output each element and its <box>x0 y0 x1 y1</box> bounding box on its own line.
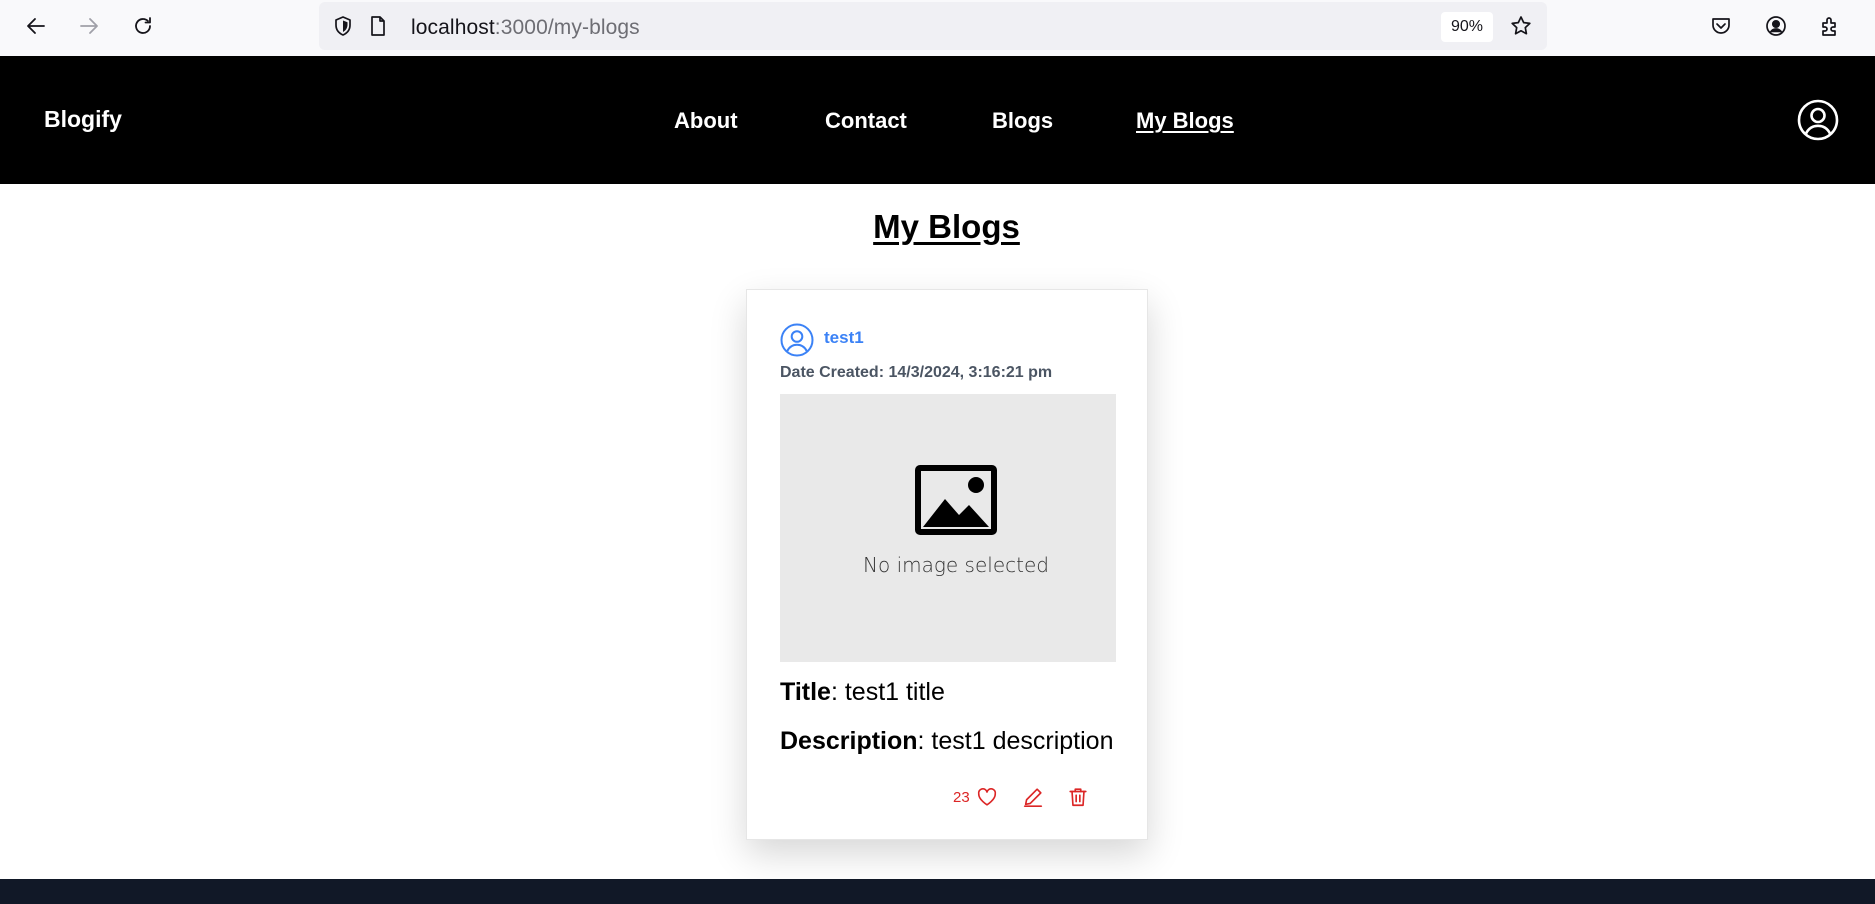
author-name[interactable]: test1 <box>824 328 864 348</box>
url-text[interactable]: localhost:3000/my-blogs <box>411 16 640 40</box>
nav-my-blogs[interactable]: My Blogs <box>1136 108 1234 134</box>
back-button[interactable] <box>20 10 52 42</box>
pocket-icon[interactable] <box>1709 14 1733 38</box>
browser-toolbar: localhost:3000/my-blogs 90% <box>0 0 1875 56</box>
user-circle-icon <box>780 323 814 357</box>
like-count: 23 <box>953 788 970 806</box>
url-path: :3000/my-blogs <box>494 16 640 39</box>
account-icon[interactable] <box>1764 14 1788 38</box>
like-button[interactable] <box>976 786 998 808</box>
profile-button[interactable] <box>1797 99 1839 141</box>
date-created: Date Created: 14/3/2024, 3:16:21 pm <box>780 364 1052 382</box>
trash-icon <box>1069 788 1087 807</box>
blog-description: Description: test1 description <box>780 727 1113 756</box>
back-icon <box>27 18 45 34</box>
main-nav: About Contact Blogs My Blogs <box>0 108 1875 138</box>
author-row: test1 <box>780 323 864 357</box>
forward-button[interactable] <box>73 10 105 42</box>
url-host: localhost <box>411 16 495 39</box>
blog-image-placeholder: No image selected <box>780 394 1116 662</box>
reload-icon <box>135 17 151 34</box>
zoom-level-badge[interactable]: 90% <box>1441 12 1493 42</box>
date-value: 14/3/2024, 3:16:21 pm <box>888 364 1053 381</box>
edit-button[interactable] <box>1022 786 1044 808</box>
reload-button[interactable] <box>127 10 159 42</box>
extensions-icon[interactable] <box>1818 14 1842 38</box>
image-icon <box>915 465 997 535</box>
forward-icon <box>80 18 98 34</box>
page-title: My Blogs <box>873 208 1020 245</box>
description-value: : test1 description <box>917 727 1114 755</box>
shield-icon[interactable] <box>331 14 355 38</box>
user-circle-icon <box>1797 99 1839 141</box>
site-header: Blogify About Contact Blogs My Blogs <box>0 56 1875 184</box>
nav-blogs[interactable]: Blogs <box>992 108 1053 134</box>
no-image-text: No image selected <box>863 553 1049 577</box>
blog-card: test1 Date Created: 14/3/2024, 3:16:21 p… <box>746 289 1148 840</box>
blog-actions: 23 <box>953 783 1089 811</box>
pencil-icon <box>1023 788 1042 807</box>
title-label: Title <box>780 678 831 706</box>
title-value: : test1 title <box>830 678 945 706</box>
date-label: Date Created: <box>780 364 885 381</box>
nav-contact[interactable]: Contact <box>825 108 907 134</box>
author-avatar <box>780 323 814 357</box>
site-footer <box>0 879 1875 904</box>
delete-button[interactable] <box>1067 786 1089 808</box>
description-label: Description <box>780 727 918 755</box>
nav-about[interactable]: About <box>674 108 738 134</box>
heart-icon <box>977 788 996 806</box>
blog-title: Title: test1 title <box>780 678 945 707</box>
page-icon[interactable] <box>366 14 390 38</box>
star-icon[interactable] <box>1509 14 1533 38</box>
address-bar[interactable]: localhost:3000/my-blogs 90% <box>319 2 1547 50</box>
